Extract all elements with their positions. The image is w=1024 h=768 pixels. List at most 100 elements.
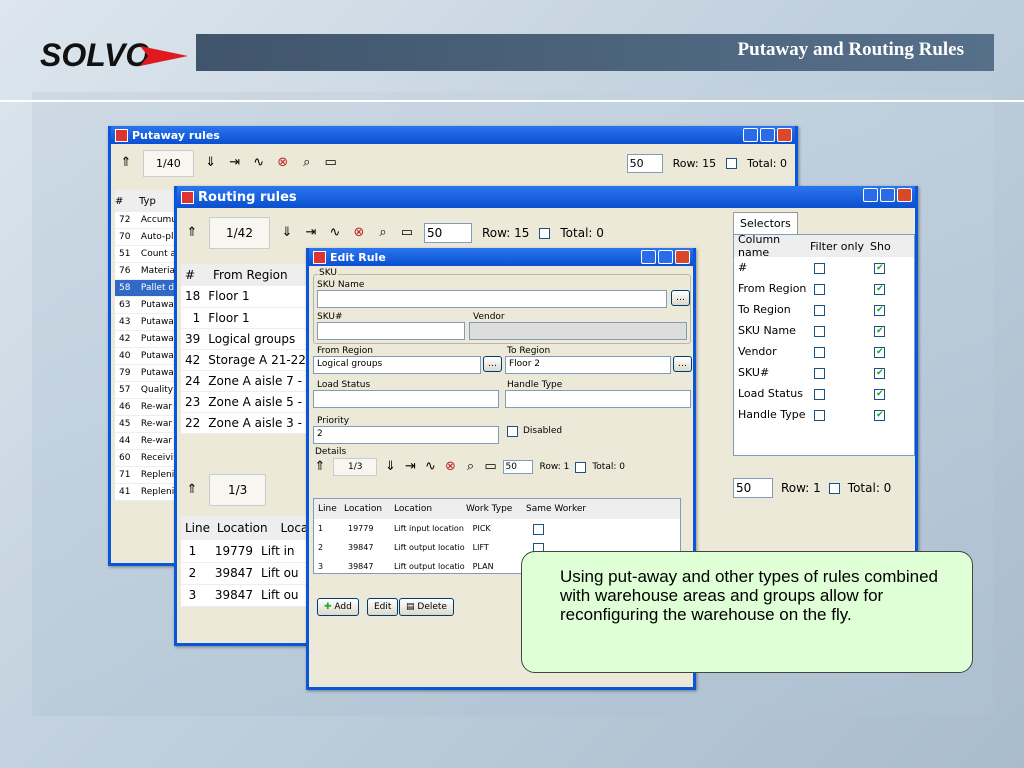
link-icon[interactable]: ∿	[328, 226, 342, 240]
col-work-type[interactable]: Work Type	[466, 504, 526, 514]
show-checkbox[interactable]	[874, 283, 886, 295]
folder-icon[interactable]: ▭	[483, 460, 497, 474]
col-location-desc[interactable]: Location	[394, 504, 466, 514]
table-row[interactable]: 42 Putawa	[115, 330, 181, 348]
import-icon[interactable]: ⇥	[228, 156, 242, 170]
table-row[interactable]: 24 Zone A aisle 7 - 8	[181, 370, 318, 392]
add-button[interactable]: ✚ Add	[317, 598, 359, 616]
selector-row[interactable]: #	[734, 257, 914, 278]
import-icon[interactable]: ⇥	[304, 226, 318, 240]
table-row[interactable]: 3 39847 Lift ou	[181, 584, 313, 607]
col-from-region[interactable]: From Region	[213, 268, 288, 282]
download-icon[interactable]: ⇓	[204, 156, 218, 170]
link-icon[interactable]: ∿	[423, 460, 437, 474]
from-region-browse-button[interactable]: …	[483, 356, 502, 372]
upload-icon[interactable]: ⇑	[185, 226, 199, 240]
col-filter-only[interactable]: Filter only	[810, 240, 870, 253]
rows-per-page-field[interactable]: 50	[423, 223, 472, 243]
details-rows-per-page[interactable]: 50	[503, 460, 534, 474]
search-icon[interactable]: ⌕	[463, 460, 477, 474]
folder-icon[interactable]: ▭	[324, 156, 338, 170]
show-checkbox[interactable]	[874, 367, 886, 379]
putaway-window-titlebar[interactable]: Putaway rules	[111, 126, 795, 144]
search-icon[interactable]: ⌕	[376, 226, 390, 240]
upload-icon[interactable]: ⇑	[313, 460, 327, 474]
delete-button[interactable]: ▤ Delete	[399, 598, 454, 616]
filter-checkbox[interactable]	[814, 325, 826, 337]
selector-row[interactable]: SKU#	[734, 362, 914, 383]
table-row[interactable]: 57 Quality	[115, 381, 181, 399]
minimize-icon[interactable]	[743, 128, 758, 142]
show-checkbox[interactable]	[874, 409, 886, 421]
load-status-select[interactable]	[313, 390, 499, 408]
table-row[interactable]: 40 Putawa	[115, 347, 181, 365]
col-location[interactable]: Location	[217, 521, 281, 535]
edit-rule-titlebar[interactable]: Edit Rule	[309, 248, 693, 266]
table-row[interactable]: 76 Materia	[115, 262, 181, 280]
col-hash[interactable]: #	[181, 268, 213, 282]
filter-checkbox[interactable]	[814, 367, 826, 379]
sku-browse-button[interactable]: …	[671, 290, 690, 306]
minimize-icon[interactable]	[641, 250, 656, 264]
stop-icon[interactable]: ⊗	[443, 460, 457, 474]
col-type[interactable]: Typ	[139, 196, 156, 207]
table-row[interactable]: 44 Re-war	[115, 432, 181, 450]
col-location[interactable]: Location	[344, 504, 394, 514]
col-line[interactable]: Line	[314, 504, 344, 514]
close-icon[interactable]	[675, 250, 690, 264]
rows-per-page-field[interactable]: 50	[626, 153, 663, 173]
table-row[interactable]: 22 Zone A aisle 3 - 4	[181, 412, 318, 434]
filter-checkbox[interactable]	[814, 388, 826, 400]
table-row[interactable]: 70 Auto-pl	[115, 228, 181, 246]
details-total-checkbox[interactable]	[575, 461, 587, 473]
sku-name-input[interactable]	[317, 290, 667, 308]
total-checkbox[interactable]	[539, 227, 551, 239]
search-icon[interactable]: ⌕	[300, 156, 314, 170]
detail-rows-per-page-field[interactable]: 50	[733, 478, 773, 498]
table-row[interactable]: 41 Repleni	[115, 483, 181, 501]
table-row[interactable]: 63 Putawa	[115, 296, 181, 314]
show-checkbox[interactable]	[874, 346, 886, 358]
edit-button[interactable]: Edit	[367, 598, 399, 616]
handle-type-select[interactable]	[505, 390, 691, 408]
stop-icon[interactable]: ⊗	[352, 226, 366, 240]
table-row[interactable]: 1 Floor 1	[181, 307, 318, 329]
col-line[interactable]: Line	[181, 521, 217, 535]
filter-checkbox[interactable]	[814, 283, 826, 295]
maximize-icon[interactable]	[658, 250, 673, 264]
table-row[interactable]: 1 19779 Lift in	[181, 540, 313, 563]
table-row[interactable]: 43 Putawa	[115, 313, 181, 331]
maximize-icon[interactable]	[880, 188, 895, 202]
table-row[interactable]: 23 Zone A aisle 5 - 6	[181, 391, 318, 413]
filter-checkbox[interactable]	[814, 346, 826, 358]
priority-stepper[interactable]: 2	[313, 426, 499, 444]
table-row[interactable]: 45 Re-war	[115, 415, 181, 433]
to-region-browse-button[interactable]: …	[673, 356, 692, 372]
total-checkbox[interactable]	[726, 157, 738, 169]
selector-row[interactable]: Vendor	[734, 341, 914, 362]
filter-checkbox[interactable]	[814, 262, 826, 274]
show-checkbox[interactable]	[874, 262, 886, 274]
table-row[interactable]: 72 Accumu	[115, 212, 181, 229]
table-row[interactable]: 42 Storage A 21-22	[181, 349, 318, 371]
col-column-name[interactable]: Column name	[734, 235, 810, 259]
upload-icon[interactable]: ⇑	[185, 483, 199, 497]
filter-checkbox[interactable]	[814, 409, 826, 421]
disabled-checkbox[interactable]	[507, 426, 518, 437]
filter-checkbox[interactable]	[814, 304, 826, 316]
download-icon[interactable]: ⇓	[280, 226, 294, 240]
import-icon[interactable]: ⇥	[403, 460, 417, 474]
download-icon[interactable]: ⇓	[383, 460, 397, 474]
table-row[interactable]: 2 39847 Lift ou	[181, 562, 313, 585]
table-row[interactable]: 1 19779 Lift input location PICK	[314, 519, 680, 538]
table-row[interactable]: 39 Logical groups	[181, 328, 318, 350]
tab-selectors[interactable]: Selectors	[733, 212, 798, 234]
table-row[interactable]: 79 Putawa	[115, 364, 181, 382]
col-same-worker[interactable]: Same Worker	[526, 504, 586, 514]
selector-row[interactable]: Handle Type	[734, 404, 914, 425]
detail-total-checkbox[interactable]	[828, 482, 840, 494]
close-icon[interactable]	[777, 128, 792, 142]
close-icon[interactable]	[897, 188, 912, 202]
selector-row[interactable]: Load Status	[734, 383, 914, 404]
selector-row[interactable]: SKU Name	[734, 320, 914, 341]
